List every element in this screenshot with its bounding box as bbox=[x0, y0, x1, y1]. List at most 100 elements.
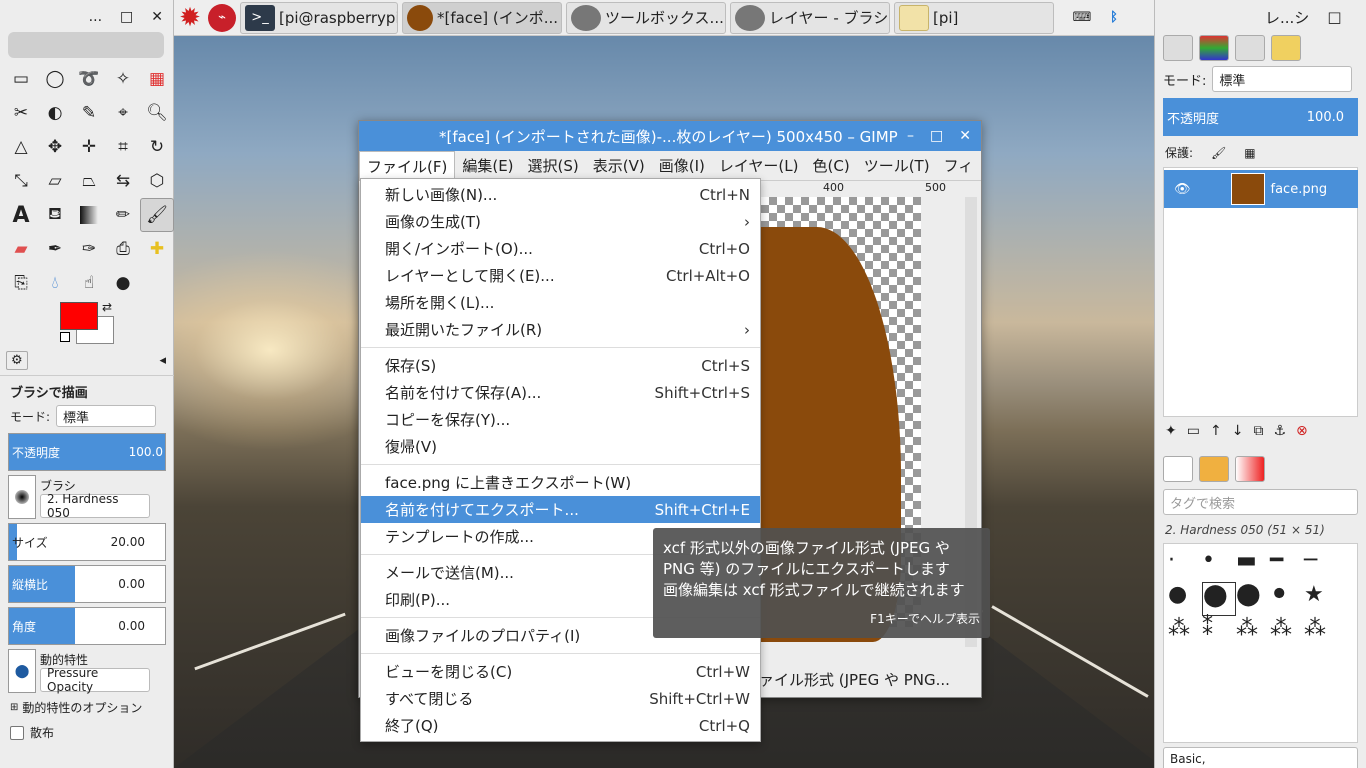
raise-layer-icon[interactable]: ↑ bbox=[1210, 423, 1222, 439]
brush-item[interactable]: ⚫ bbox=[1270, 582, 1304, 616]
maximize-icon[interactable]: □ bbox=[120, 9, 133, 25]
brush-item[interactable]: ★ bbox=[1304, 582, 1338, 616]
channels-tab-icon[interactable] bbox=[1199, 35, 1229, 61]
brush-item[interactable]: ⁑ bbox=[1202, 616, 1236, 650]
panel-menu-icon[interactable]: ◂ bbox=[159, 353, 166, 368]
menu-item[interactable]: レイヤーとして開く(E)... Ctrl+Alt+O bbox=[361, 262, 760, 289]
rotate-icon[interactable]: ↻ bbox=[140, 130, 174, 164]
scatter-row[interactable]: 散布 bbox=[0, 718, 174, 743]
brush-item[interactable]: ▬ bbox=[1236, 548, 1270, 582]
color-select-icon[interactable]: ▦ bbox=[140, 62, 174, 96]
rect-select-icon[interactable]: ▭ bbox=[4, 62, 38, 96]
menu-colors[interactable]: 色(C) bbox=[806, 155, 857, 176]
menu-file[interactable]: ファイル(F) bbox=[359, 150, 456, 181]
brush-item[interactable]: · bbox=[1168, 548, 1202, 582]
perspective-icon[interactable]: ⏢ bbox=[72, 164, 106, 198]
heal-icon[interactable]: ✚ bbox=[140, 232, 174, 266]
layer-row-face[interactable]: 👁︎ face.png bbox=[1164, 170, 1358, 208]
tool-options-tab[interactable]: ⚙ ◂ bbox=[0, 346, 174, 376]
dodge-burn-icon[interactable]: ● bbox=[106, 266, 140, 300]
color-picker-icon[interactable]: ⌖ bbox=[106, 96, 140, 130]
taskbar-face[interactable]: *[face] (インポ... bbox=[402, 1, 562, 34]
brush-item[interactable]: ⬤ bbox=[1202, 582, 1236, 616]
eraser-icon[interactable]: ▰ bbox=[4, 232, 38, 266]
scatter-checkbox[interactable] bbox=[10, 725, 24, 740]
menu-item[interactable]: face.png に上書きエクスポート(W) bbox=[361, 469, 760, 496]
patterns-tab-icon[interactable] bbox=[1199, 456, 1229, 482]
size-slider[interactable]: サイズ 20.00 bbox=[8, 523, 166, 561]
star-icon[interactable]: ✹ bbox=[174, 2, 206, 34]
shear-icon[interactable]: ▱ bbox=[38, 164, 72, 198]
crop-icon[interactable]: ⌗ bbox=[106, 130, 140, 164]
menu-item[interactable]: 場所を開く(L)... bbox=[361, 289, 760, 316]
angle-slider[interactable]: 角度 0.00 bbox=[8, 607, 166, 645]
aspect-slider[interactable]: 縦横比 0.00 bbox=[8, 565, 166, 603]
taskbar-toolbox[interactable]: ツールボックス... bbox=[566, 1, 726, 34]
visibility-eye-icon[interactable]: 👁︎ bbox=[1174, 182, 1191, 197]
maximize-icon[interactable]: □ bbox=[1327, 8, 1341, 26]
zoom-icon[interactable]: 🔍︎ bbox=[140, 96, 174, 130]
menu-item[interactable]: 名前を付けて保存(A)... Shift+Ctrl+S bbox=[361, 379, 760, 406]
tag-search-input[interactable]: タグで検索 bbox=[1163, 489, 1358, 515]
layer-opacity-slider[interactable]: 不透明度 100.0 bbox=[1163, 98, 1358, 136]
brush-item[interactable]: ━ bbox=[1270, 548, 1304, 582]
brush-item[interactable]: ⁂ bbox=[1304, 616, 1338, 650]
swap-colors-icon[interactable]: ⇄ bbox=[102, 300, 112, 314]
menu-item[interactable]: ビューを閉じる(C) Ctrl+W bbox=[361, 658, 760, 685]
ink-icon[interactable]: ✑ bbox=[72, 232, 106, 266]
ellipse-select-icon[interactable]: ◯ bbox=[38, 62, 72, 96]
layer-mode-select[interactable]: 標準 bbox=[1212, 66, 1353, 92]
scale-icon[interactable]: ⤡ bbox=[4, 164, 38, 198]
taskbar-layers[interactable]: レイヤー - ブラシ bbox=[730, 1, 890, 34]
clone-icon[interactable]: ⎙ bbox=[106, 232, 140, 266]
bluetooth-icon[interactable]: ᛒ bbox=[1098, 2, 1130, 34]
launcher-icon[interactable]: ⌁ bbox=[206, 2, 238, 34]
new-group-icon[interactable]: ▭ bbox=[1187, 423, 1200, 439]
lasso-icon[interactable]: ➰ bbox=[72, 62, 106, 96]
menu-image[interactable]: 画像(I) bbox=[652, 155, 712, 176]
taskbar-terminal[interactable]: >_ [pi@raspberrypi:... bbox=[240, 1, 398, 34]
dynamics-options-expander[interactable]: ⊞ 動的特性のオプション bbox=[0, 697, 174, 718]
brush-field[interactable]: 2. Hardness 050 bbox=[40, 492, 150, 520]
menu-item[interactable]: 開く/インポート(O)... Ctrl+O bbox=[361, 235, 760, 262]
dynamics-field[interactable]: Pressure Opacity bbox=[40, 666, 150, 694]
menu-item[interactable]: 最近開いたファイル(R) › bbox=[361, 316, 760, 343]
brush-item[interactable]: ⬤ bbox=[1236, 582, 1270, 616]
dynamics-icon[interactable]: ⬤ bbox=[8, 649, 36, 693]
paintbrush-icon[interactable]: 🖌︎ bbox=[140, 198, 174, 232]
cage-icon[interactable]: ⬡ bbox=[140, 164, 174, 198]
anchor-icon[interactable]: ⚓ bbox=[1273, 423, 1286, 439]
brush-preview[interactable] bbox=[8, 475, 36, 519]
brush-item[interactable]: ─ bbox=[1304, 548, 1338, 582]
gradient-icon[interactable] bbox=[72, 198, 106, 232]
move-icon[interactable]: ✥ bbox=[38, 130, 72, 164]
menu-item[interactable]: コピーを保存(Y)... bbox=[361, 406, 760, 433]
airbrush-icon[interactable]: ✒ bbox=[38, 232, 72, 266]
brush-set-field[interactable]: Basic, bbox=[1163, 747, 1358, 768]
brush-item[interactable]: • bbox=[1202, 548, 1236, 582]
menu-view[interactable]: 表示(V) bbox=[586, 155, 652, 176]
brushes-tab-icon[interactable] bbox=[1163, 456, 1193, 482]
menu-item[interactable]: すべて閉じる Shift+Ctrl+W bbox=[361, 685, 760, 712]
blur-icon[interactable]: 💧︎ bbox=[38, 266, 72, 300]
measure-icon[interactable]: △ bbox=[4, 130, 38, 164]
brush-item[interactable]: ⁂ bbox=[1168, 616, 1202, 650]
foreground-color-swatch[interactable] bbox=[60, 302, 98, 330]
duplicate-layer-icon[interactable]: ⧉ bbox=[1253, 423, 1263, 439]
close-icon[interactable]: ✕ bbox=[959, 128, 971, 144]
delete-layer-icon[interactable]: ⊗ bbox=[1296, 423, 1308, 439]
menu-filters[interactable]: フィ bbox=[937, 155, 981, 176]
lower-layer-icon[interactable]: ↓ bbox=[1232, 423, 1244, 439]
pencil-icon[interactable]: ✏ bbox=[106, 198, 140, 232]
minimize-icon[interactable]: – bbox=[907, 128, 914, 144]
text-tool-icon[interactable]: A bbox=[4, 198, 38, 232]
undo-tab-icon[interactable] bbox=[1271, 35, 1301, 61]
maximize-icon[interactable]: □ bbox=[930, 128, 943, 144]
smudge-icon[interactable]: ☝ bbox=[72, 266, 106, 300]
flip-icon[interactable]: ⇆ bbox=[106, 164, 140, 198]
default-colors-icon[interactable] bbox=[60, 332, 70, 342]
taskbar-folder[interactable]: [pi] bbox=[894, 1, 1054, 34]
brush-item[interactable]: ● bbox=[1168, 582, 1202, 616]
menu-item[interactable]: 保存(S) Ctrl+S bbox=[361, 352, 760, 379]
bucket-fill-icon[interactable]: ⛾ bbox=[38, 198, 72, 232]
